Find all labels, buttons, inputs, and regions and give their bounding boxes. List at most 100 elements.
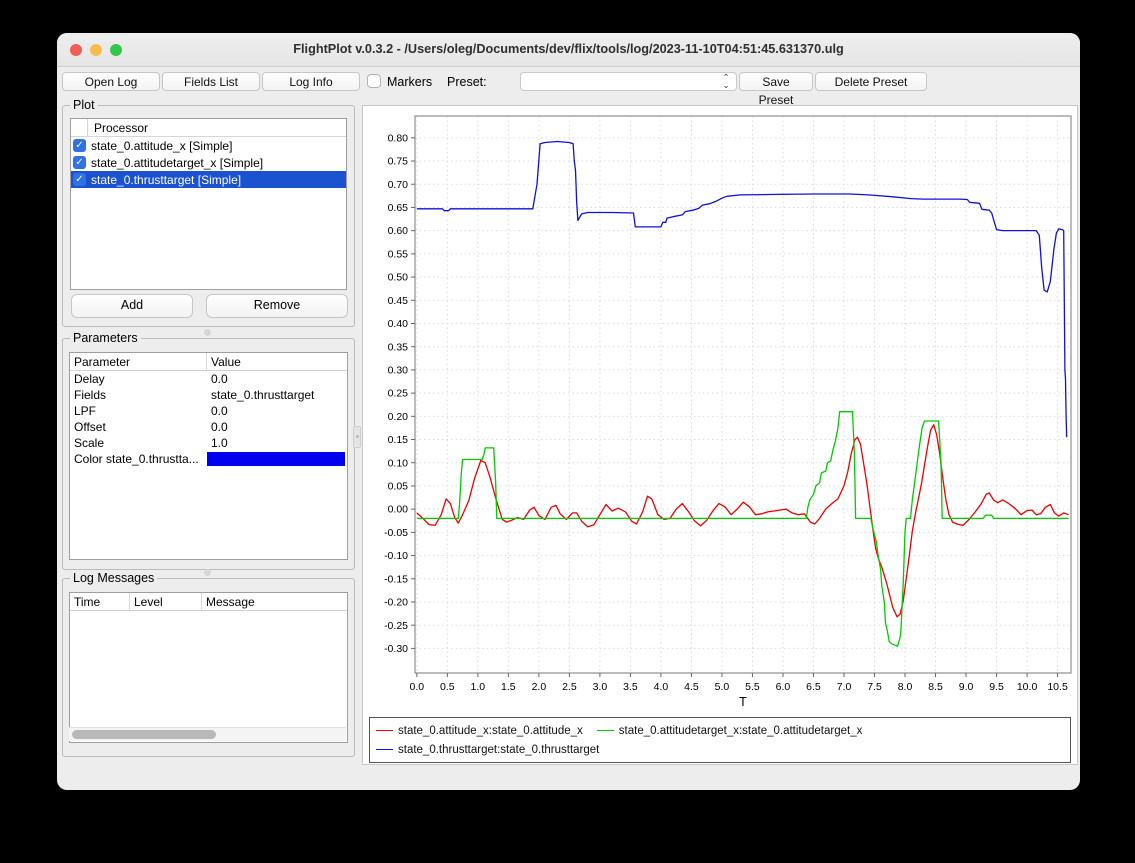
y-tick-label: -0.15 [384,573,408,585]
x-tick-label: 0.0 [410,681,425,693]
y-tick-label: -0.20 [384,597,408,609]
processor-list-header: Processor [71,119,346,137]
legend-line-icon [376,749,393,750]
y-tick-label: 0.65 [388,202,409,214]
x-tick-label: 4.5 [684,681,699,693]
parameter-name: LPF [70,403,207,419]
x-tick-label: 7.5 [867,681,882,693]
plot-group-title: Plot [70,98,98,112]
x-tick-label: 6.5 [806,681,821,693]
log-messages-group-title: Log Messages [70,571,157,585]
y-tick-label: -0.30 [384,643,408,655]
log-table-header: Time Level Message [70,593,347,611]
x-axis-label: T [739,695,747,709]
legend-row: state_0.thrusttarget:state_0.thrusttarge… [376,740,1064,759]
markers-label: Markers [387,75,432,89]
y-tick-label: 0.20 [388,411,409,423]
x-tick-label: 8.0 [898,681,913,693]
flight-plot-chart[interactable]: 0.00.51.01.52.02.53.03.54.04.55.05.56.06… [363,106,1077,714]
markers-checkbox[interactable] [367,74,381,88]
y-tick-label: 0.25 [388,388,409,400]
legend-label: state_0.thrusttarget:state_0.thrusttarge… [398,744,599,756]
item-checkbox[interactable]: ✓ [73,156,86,169]
level-column-header: Level [130,593,202,610]
processor-list-item[interactable]: ✓state_0.thrusttarget [Simple] [71,171,346,188]
parameter-value: 0.0 [207,419,347,435]
parameter-name: Color state_0.thrustta... [70,451,207,467]
x-tick-label: 2.0 [532,681,547,693]
y-tick-label: 0.30 [388,364,409,376]
x-tick-label: 9.0 [959,681,974,693]
scrollbar-thumb[interactable] [72,730,216,739]
y-tick-label: 0.40 [388,318,409,330]
remove-button[interactable]: Remove [206,294,348,318]
y-tick-label: 0.70 [388,179,409,191]
preset-label: Preset: [447,75,487,89]
delete-preset-button[interactable]: Delete Preset [815,72,927,91]
item-checkbox[interactable]: ✓ [73,173,86,186]
y-tick-label: 0.10 [388,457,409,469]
chart-panel: 0.00.51.01.52.02.53.03.54.04.55.05.56.06… [362,105,1078,765]
desktop-background: FlightPlot v.0.3.2 - /Users/oleg/Documen… [0,0,1135,863]
log-info-button[interactable]: Log Info [262,72,360,91]
x-tick-label: 10.5 [1047,681,1068,693]
color-swatch[interactable] [207,452,345,466]
parameter-row[interactable]: Delay0.0 [70,371,347,387]
save-preset-button[interactable]: Save Preset [739,72,813,91]
y-tick-label: -0.05 [384,527,408,539]
y-tick-label: 0.50 [388,272,409,284]
parameter-row[interactable]: Offset0.0 [70,419,347,435]
processor-list: Processor ✓state_0.attitude_x [Simple]✓s… [70,118,347,290]
legend-label: state_0.attitude_x:state_0.attitude_x [398,725,583,737]
parameters-group: Parameters Parameter Value Delay0.0Field… [62,338,355,570]
vertical-splitter-handle[interactable] [353,426,361,448]
parameter-row[interactable]: LPF0.0 [70,403,347,419]
add-button[interactable]: Add [71,294,193,318]
x-tick-label: 5.0 [715,681,730,693]
plot-border [415,116,1071,673]
app-window: FlightPlot v.0.3.2 - /Users/oleg/Documen… [57,33,1080,790]
x-tick-label: 8.5 [928,681,943,693]
preset-combobox[interactable]: ⌃⌄ [520,72,737,91]
processor-list-item[interactable]: ✓state_0.attitudetarget_x [Simple] [71,154,346,171]
chart-legend: state_0.attitude_x:state_0.attitude_xsta… [369,717,1071,763]
series-state_0.attitudetarget_x [417,412,1069,646]
processor-list-item[interactable]: ✓state_0.attitude_x [Simple] [71,137,346,154]
y-tick-label: 0.00 [388,504,409,516]
y-tick-label: -0.10 [384,550,408,562]
x-tick-label: 9.5 [989,681,1004,693]
x-tick-label: 6.0 [776,681,791,693]
value-column-header: Value [207,353,347,370]
parameter-value: 1.0 [207,435,347,451]
item-checkbox[interactable]: ✓ [73,139,86,152]
parameter-name: Scale [70,435,207,451]
message-column-header: Message [202,593,347,610]
parameter-name: Fields [70,387,207,403]
x-tick-label: 0.5 [440,681,455,693]
plot-group: Plot Processor ✓state_0.attitude_x [Simp… [62,105,355,327]
parameter-name: Offset [70,419,207,435]
x-tick-label: 7.0 [837,681,852,693]
y-tick-label: 0.60 [388,225,409,237]
parameter-value: 0.0 [207,403,347,419]
legend-line-icon [376,730,393,731]
parameter-row[interactable]: Fieldsstate_0.thrusttarget [70,387,347,403]
splitter-handle[interactable] [204,329,211,336]
color-parameter-row[interactable]: Color state_0.thrustta... [70,451,347,467]
x-tick-label: 10.0 [1017,681,1038,693]
legend-item: state_0.thrusttarget:state_0.thrusttarge… [376,744,599,756]
title-bar[interactable]: FlightPlot v.0.3.2 - /Users/oleg/Documen… [57,33,1080,67]
parameter-column-header: Parameter [70,353,207,370]
window-title: FlightPlot v.0.3.2 - /Users/oleg/Documen… [57,42,1080,56]
parameter-row[interactable]: Scale1.0 [70,435,347,451]
splitter-handle[interactable] [204,569,211,576]
y-tick-label: 0.55 [388,248,409,260]
processor-column-header: Processor [88,121,148,135]
checkbox-column [71,119,88,136]
y-tick-label: 0.45 [388,295,409,307]
legend-row: state_0.attitude_x:state_0.attitude_xsta… [376,721,1064,740]
time-column-header: Time [70,593,130,610]
open-log-button[interactable]: Open Log [62,72,160,91]
fields-list-button[interactable]: Fields List [162,72,260,91]
parameters-table-header: Parameter Value [70,353,347,371]
